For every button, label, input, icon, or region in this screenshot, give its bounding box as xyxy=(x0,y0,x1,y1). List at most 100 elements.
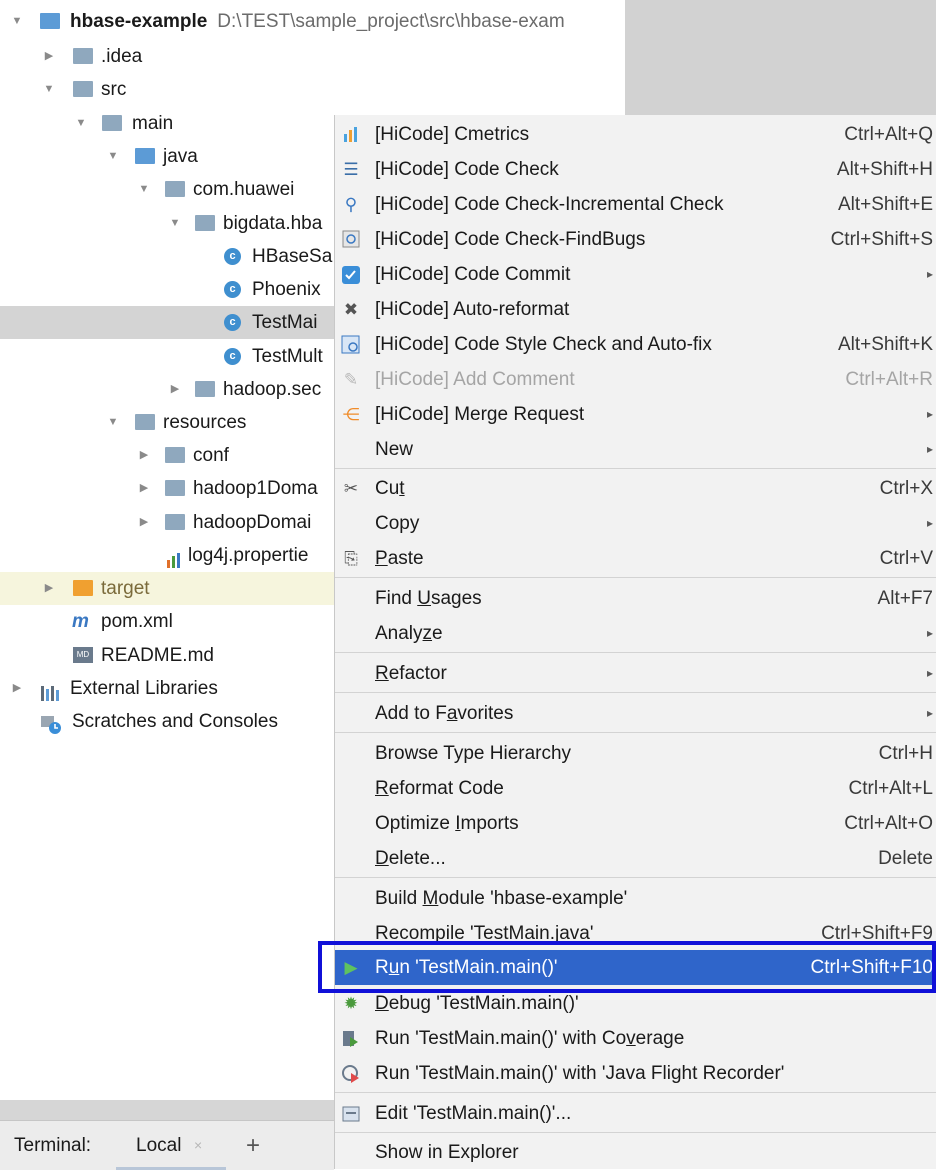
folder-icon xyxy=(165,447,185,463)
menu-item-browse-type-hierarchy[interactable]: Browse Type Hierarchy Ctrl+H xyxy=(335,736,936,771)
menu-item-incremental-check[interactable]: ⚲ [HiCode] Code Check-Incremental Check … xyxy=(335,187,936,222)
debug-icon: ✹ xyxy=(343,994,359,1013)
tree-item-idea[interactable]: ▶ .idea xyxy=(0,40,625,73)
menu-item-add-comment: ✎ [HiCode] Add Comment Ctrl+Alt+R xyxy=(335,362,936,397)
run-icon: ▶ xyxy=(344,958,358,977)
submenu-arrow-icon: ▸ xyxy=(926,407,933,421)
root-label: hbase-example xyxy=(70,11,208,32)
menu-item-merge-request[interactable]: ⋲ [HiCode] Merge Request ▸ xyxy=(335,397,936,432)
tree-label: Phoenix xyxy=(252,279,321,300)
tab-local[interactable]: Local × xyxy=(116,1121,226,1170)
label-part: ebug 'TestMain.main()' xyxy=(388,993,579,1014)
tree-item-src[interactable]: ▼ src xyxy=(0,73,625,106)
chevron-down-icon[interactable]: ▼ xyxy=(106,406,120,439)
menu-item-delete[interactable]: Delete... Delete xyxy=(335,841,936,876)
tree-label: hadoop.sec xyxy=(223,379,322,400)
menu-item-auto-reformat[interactable]: ✖ [HiCode] Auto-reformat xyxy=(335,292,936,327)
tree-label: hadoop1Doma xyxy=(193,478,318,499)
menu-shortcut: Ctrl+Shift+F10 xyxy=(810,957,934,978)
add-icon[interactable]: + xyxy=(246,1121,260,1170)
code-check-icon: ☰ xyxy=(343,160,359,179)
menu-item-cut[interactable]: ✂ Cut Ctrl+X xyxy=(335,471,936,506)
menu-item-copy[interactable]: Copy ▸ xyxy=(335,506,936,541)
tree-label: HBaseSa xyxy=(252,246,333,267)
java-class-icon: c xyxy=(224,281,241,298)
menu-item-run-with-coverage[interactable]: Run 'TestMain.main()' with Coverage xyxy=(335,1021,936,1056)
menu-item-run-with-jfr[interactable]: Run 'TestMain.main()' with 'Java Flight … xyxy=(335,1056,936,1091)
menu-label: Delete... xyxy=(375,841,446,876)
tab-label: Local xyxy=(136,1135,182,1156)
tree-item-hbase-example[interactable]: ▼ hbase-example D:\TEST\sample_project\sr… xyxy=(0,5,625,38)
menu-item-reformat-code[interactable]: Reformat Code Ctrl+Alt+L xyxy=(335,771,936,806)
chevron-right-icon[interactable]: ▶ xyxy=(10,672,24,705)
menu-item-code-check[interactable]: ☰ [HiCode] Code Check Alt+Shift+H xyxy=(335,152,936,187)
menu-shortcut: Ctrl+H xyxy=(878,743,933,764)
menu-item-add-to-favorites[interactable]: Add to Favorites ▸ xyxy=(335,696,936,731)
chevron-down-icon[interactable]: ▼ xyxy=(74,107,88,140)
menu-label: [HiCode] Merge Request xyxy=(375,404,585,425)
menu-label: [HiCode] Code Check-Incremental Check xyxy=(375,194,724,215)
menu-item-find-usages[interactable]: Find Usages Alt+F7 xyxy=(335,581,936,616)
menu-label: Paste xyxy=(375,541,424,576)
tree-label: src xyxy=(101,79,127,100)
clipboard-icon: ⎘ xyxy=(344,549,358,568)
menu-item-code-commit[interactable]: [HiCode] Code Commit ▸ xyxy=(335,257,936,292)
menu-item-refactor[interactable]: Refactor ▸ xyxy=(335,656,936,691)
menu-label: [HiCode] Add Comment xyxy=(375,369,575,390)
wrench-icon: ✖ xyxy=(343,300,359,319)
root-path: D:\TEST\sample_project\src\hbase-exam xyxy=(217,11,565,32)
chevron-down-icon[interactable]: ▼ xyxy=(10,5,24,38)
menu-label: [HiCode] Cmetrics xyxy=(375,124,530,145)
menu-item-style-check[interactable]: [HiCode] Code Style Check and Auto-fix A… xyxy=(335,327,936,362)
chevron-right-icon[interactable]: ▶ xyxy=(137,472,151,505)
menu-item-cmetrics[interactable]: [HiCode] Cmetrics Ctrl+Alt+Q xyxy=(335,117,936,152)
chevron-down-icon[interactable]: ▼ xyxy=(106,140,120,173)
mnemonic: u xyxy=(388,957,400,978)
chevron-right-icon[interactable]: ▶ xyxy=(137,506,151,539)
mnemonic: z xyxy=(422,623,433,644)
label-part: Cu xyxy=(375,478,400,499)
close-icon[interactable]: × xyxy=(194,1121,202,1170)
submenu-arrow-icon: ▸ xyxy=(926,706,933,720)
tree-label: conf xyxy=(193,445,229,466)
chevron-right-icon[interactable]: ▶ xyxy=(168,373,182,406)
tree-label: External Libraries xyxy=(70,678,218,699)
menu-item-debug[interactable]: ✹ Debug 'TestMain.main()' xyxy=(335,986,936,1021)
tree-label: README.md xyxy=(101,645,214,666)
terminal-label: Terminal: xyxy=(14,1135,92,1156)
style-check-icon xyxy=(341,335,361,355)
menu-shortcut: Ctrl+X xyxy=(879,478,933,499)
menu-item-optimize-imports[interactable]: Optimize Imports Ctrl+Alt+O xyxy=(335,806,936,841)
menu-item-analyze[interactable]: Analyze ▸ xyxy=(335,616,936,651)
menu-item-show-in-explorer[interactable]: Show in Explorer xyxy=(335,1135,936,1170)
label-part: Optimize xyxy=(375,813,456,834)
mnemonic: a xyxy=(446,703,458,724)
menu-item-run[interactable]: ▶ Run 'TestMain.main()' Ctrl+Shift+F10 xyxy=(335,950,936,985)
folder-icon xyxy=(165,480,185,496)
chevron-down-icon[interactable]: ▼ xyxy=(168,207,182,240)
menu-item-paste[interactable]: ⎘ Paste Ctrl+V xyxy=(335,541,936,576)
chevron-right-icon[interactable]: ▶ xyxy=(42,572,56,605)
label-part: Build xyxy=(375,888,423,909)
menu-item-edit-configuration[interactable]: Edit 'TestMain.main()'... xyxy=(335,1096,936,1131)
terminal-tab-bar: Terminal: Local × + xyxy=(0,1120,334,1170)
menu-label: [HiCode] Code Commit xyxy=(375,264,571,285)
submenu-arrow-icon: ▸ xyxy=(926,626,933,640)
label-part: erage xyxy=(635,1028,685,1049)
tree-label: TestMai xyxy=(252,312,318,333)
submenu-arrow-icon: ▸ xyxy=(926,516,933,530)
menu-item-recompile[interactable]: Recompile 'TestMain.java' Ctrl+Shift+F9 xyxy=(335,916,936,951)
menu-item-build-module[interactable]: Build Module 'hbase-example' xyxy=(335,881,936,916)
menu-item-findbugs[interactable]: [HiCode] Code Check-FindBugs Ctrl+Shift+… xyxy=(335,222,936,257)
menu-label: Debug 'TestMain.main()' xyxy=(375,986,579,1021)
menu-item-new[interactable]: New ▸ xyxy=(335,432,936,467)
chevron-down-icon[interactable]: ▼ xyxy=(42,73,56,106)
menu-label: [HiCode] Auto-reformat xyxy=(375,299,570,320)
chevron-down-icon[interactable]: ▼ xyxy=(137,173,151,206)
chevron-right-icon[interactable]: ▶ xyxy=(42,40,56,73)
libraries-icon xyxy=(40,680,60,701)
package-icon xyxy=(195,215,215,231)
chevron-right-icon[interactable]: ▶ xyxy=(137,439,151,472)
horizontal-scrollbar[interactable] xyxy=(0,1100,334,1120)
tree-label: Scratches and Consoles xyxy=(72,711,278,732)
